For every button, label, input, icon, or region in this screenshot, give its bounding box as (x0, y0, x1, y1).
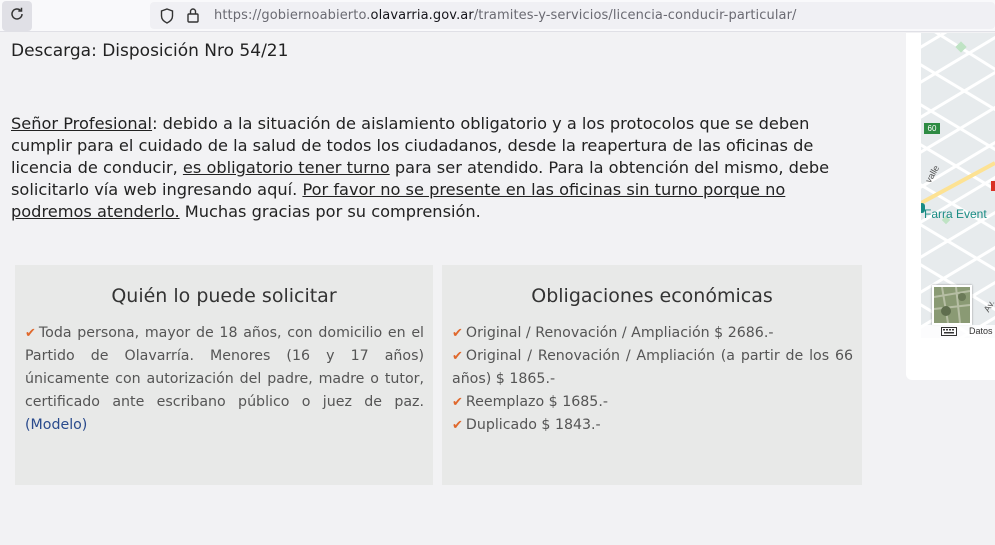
embedded-map[interactable]: 60 Farra Event valle Av. Datos (921, 33, 995, 338)
lock-icon[interactable] (186, 7, 200, 27)
url-domain: olavarria.gov.ar (370, 8, 474, 23)
who-text: Toda persona, mayor de 18 años, con domi… (25, 325, 424, 410)
url-prefix: https://gobiernoabierto. (214, 8, 371, 23)
url-path: /tramites-y-servicios/licencia-conducir-… (473, 8, 797, 23)
fee-item: ✔ Reemplazo $ 1685.- (452, 391, 853, 414)
satellite-toggle[interactable] (932, 285, 972, 325)
fee-item-text: Duplicado $ 1843.- (465, 417, 601, 433)
map-data-label[interactable]: Datos (969, 326, 993, 336)
reload-icon (9, 6, 25, 26)
who-title: Quién lo puede solicitar (111, 285, 337, 307)
keyboard-shortcuts-icon[interactable] (941, 327, 957, 338)
fees-title: Obligaciones económicas (531, 285, 773, 307)
check-icon: ✔ (452, 349, 463, 364)
fee-item-text: Reemplazo $ 1685.- (465, 394, 608, 410)
download-line: Descarga: Disposición Nro 54/21 (11, 41, 288, 61)
download-label: Descarga: (11, 41, 97, 61)
check-icon: ✔ (452, 418, 463, 433)
page-content: Descarga: Disposición Nro 54/21 Señor Pr… (0, 33, 995, 545)
fee-item: ✔ Original / Renovación / Ampliación $ 26… (452, 322, 853, 345)
map-footer: Datos (921, 325, 995, 338)
model-link[interactable]: (Modelo) (25, 417, 87, 433)
url-text: https://gobiernoabierto.olavarria.gov.ar… (214, 8, 797, 23)
reload-button[interactable] (2, 1, 32, 31)
browser-toolbar: https://gobiernoabierto.olavarria.gov.ar… (0, 0, 995, 32)
route-shield: 60 (924, 123, 940, 134)
place-label[interactable]: Farra Event (924, 207, 987, 221)
notice-paragraph: Señor Profesional: debido a la situación… (11, 113, 871, 223)
check-icon: ✔ (25, 326, 36, 341)
tracking-protection-icon[interactable] (160, 8, 174, 28)
fees-card: Obligaciones económicas ✔ Original / Reno… (442, 265, 862, 485)
download-link[interactable]: Disposición Nro 54/21 (102, 41, 288, 61)
notice-lead: Señor Profesional (11, 114, 153, 133)
fee-item-text: Original / Renovación / Ampliación (a pa… (452, 348, 853, 387)
notice-emphasis-1: es obligatorio tener turno (182, 158, 390, 177)
fee-item-text: Original / Renovación / Ampliación $ 268… (465, 325, 774, 341)
who-card: Quién lo puede solicitar ✔ Toda persona, … (15, 265, 433, 485)
fee-item: ✔ Original / Renovación / Ampliación (a p… (452, 345, 853, 391)
address-bar[interactable]: https://gobiernoabierto.olavarria.gov.ar… (150, 2, 995, 29)
fee-item: ✔ Duplicado $ 1843.- (452, 414, 853, 437)
check-icon: ✔ (452, 326, 463, 341)
fees-list: ✔ Original / Renovación / Ampliación $ 26… (442, 322, 862, 437)
notice-text-3: Muchas gracias por su comprensión. (179, 202, 481, 221)
check-icon: ✔ (452, 395, 463, 410)
who-body: ✔ Toda persona, mayor de 18 años, con dom… (15, 322, 433, 437)
